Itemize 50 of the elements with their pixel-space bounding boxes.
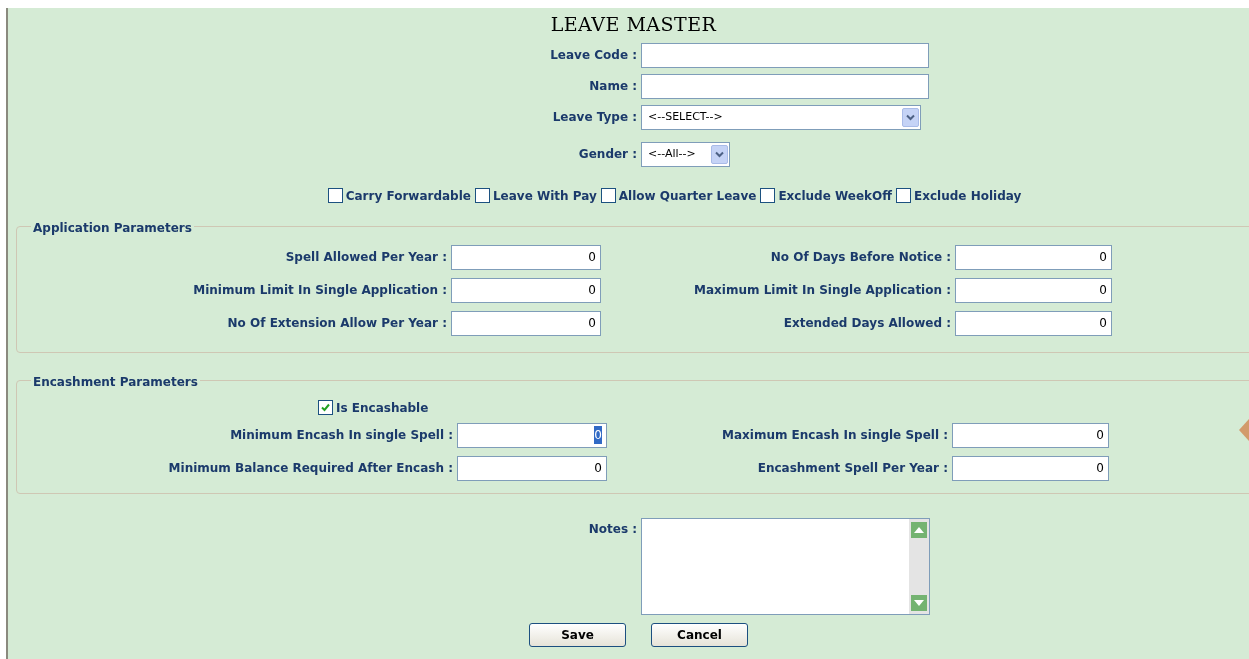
- field-label: No Of Extension Allow Per Year :: [226, 315, 447, 332]
- field-label: Minimum Limit In Single Application :: [192, 282, 447, 299]
- number-field[interactable]: 0: [457, 422, 607, 448]
- form-button[interactable]: Cancel: [651, 622, 748, 647]
- checkbox[interactable]: [327, 188, 343, 203]
- checkbox-label: Allow Quarter Leave: [618, 187, 757, 205]
- page-title: LEAVE MASTER: [550, 12, 717, 37]
- number-field[interactable]: 0: [952, 455, 1109, 481]
- number-field[interactable]: 0: [451, 277, 601, 303]
- field-label: Notes :: [587, 520, 637, 538]
- dropdown[interactable]: <--SELECT-->: [641, 104, 921, 130]
- field-label: Minimum Balance Required After Encash :: [167, 460, 453, 477]
- section-title: Encashment Parameters: [33, 374, 198, 389]
- field-label: Name :: [588, 78, 637, 95]
- field-label: Minimum Encash In single Spell :: [229, 427, 453, 444]
- chevron-down-icon: [902, 107, 919, 127]
- number-field[interactable]: 0: [955, 310, 1112, 336]
- checkbox-label: Exclude Holiday: [914, 187, 1022, 205]
- checkbox[interactable]: [760, 188, 776, 203]
- field-label: Leave Type :: [551, 109, 637, 126]
- checkbox-label: Is Encashable: [336, 399, 429, 417]
- number-field[interactable]: 0: [451, 310, 601, 336]
- checkbox[interactable]: [896, 188, 911, 203]
- number-field[interactable]: 0: [952, 422, 1109, 448]
- field-label: Leave Code :: [549, 47, 637, 64]
- field-label: Extended Days Allowed :: [782, 315, 951, 332]
- diamond-icon: [1239, 419, 1249, 441]
- checkbox[interactable]: [318, 400, 333, 415]
- notes-field[interactable]: [641, 517, 930, 615]
- number-field[interactable]: 0: [955, 244, 1112, 270]
- form-button[interactable]: Save: [529, 622, 626, 647]
- text-field[interactable]: [641, 42, 929, 68]
- field-label: Maximum Encash In single Spell :: [721, 427, 948, 444]
- number-field[interactable]: 0: [451, 244, 601, 270]
- field-label: Encashment Spell Per Year :: [756, 460, 948, 477]
- section-title: Application Parameters: [33, 220, 192, 235]
- field-label: Gender :: [577, 146, 637, 163]
- chevron-down-icon: [711, 144, 728, 164]
- checkbox-label: Carry Forwardable: [345, 187, 471, 205]
- field-label: No Of Days Before Notice :: [769, 249, 951, 266]
- checkbox[interactable]: [474, 188, 490, 203]
- field-label: Spell Allowed Per Year :: [284, 249, 447, 266]
- checkbox-label: Leave With Pay: [492, 187, 597, 205]
- checkbox-label: Exclude WeekOff: [778, 187, 892, 205]
- checkbox[interactable]: [600, 188, 616, 203]
- number-field[interactable]: 0: [457, 455, 607, 481]
- field-label: Maximum Limit In Single Application :: [693, 282, 951, 299]
- dropdown[interactable]: <--All-->: [641, 141, 730, 167]
- number-field[interactable]: 0: [955, 277, 1112, 303]
- text-field[interactable]: [641, 73, 929, 99]
